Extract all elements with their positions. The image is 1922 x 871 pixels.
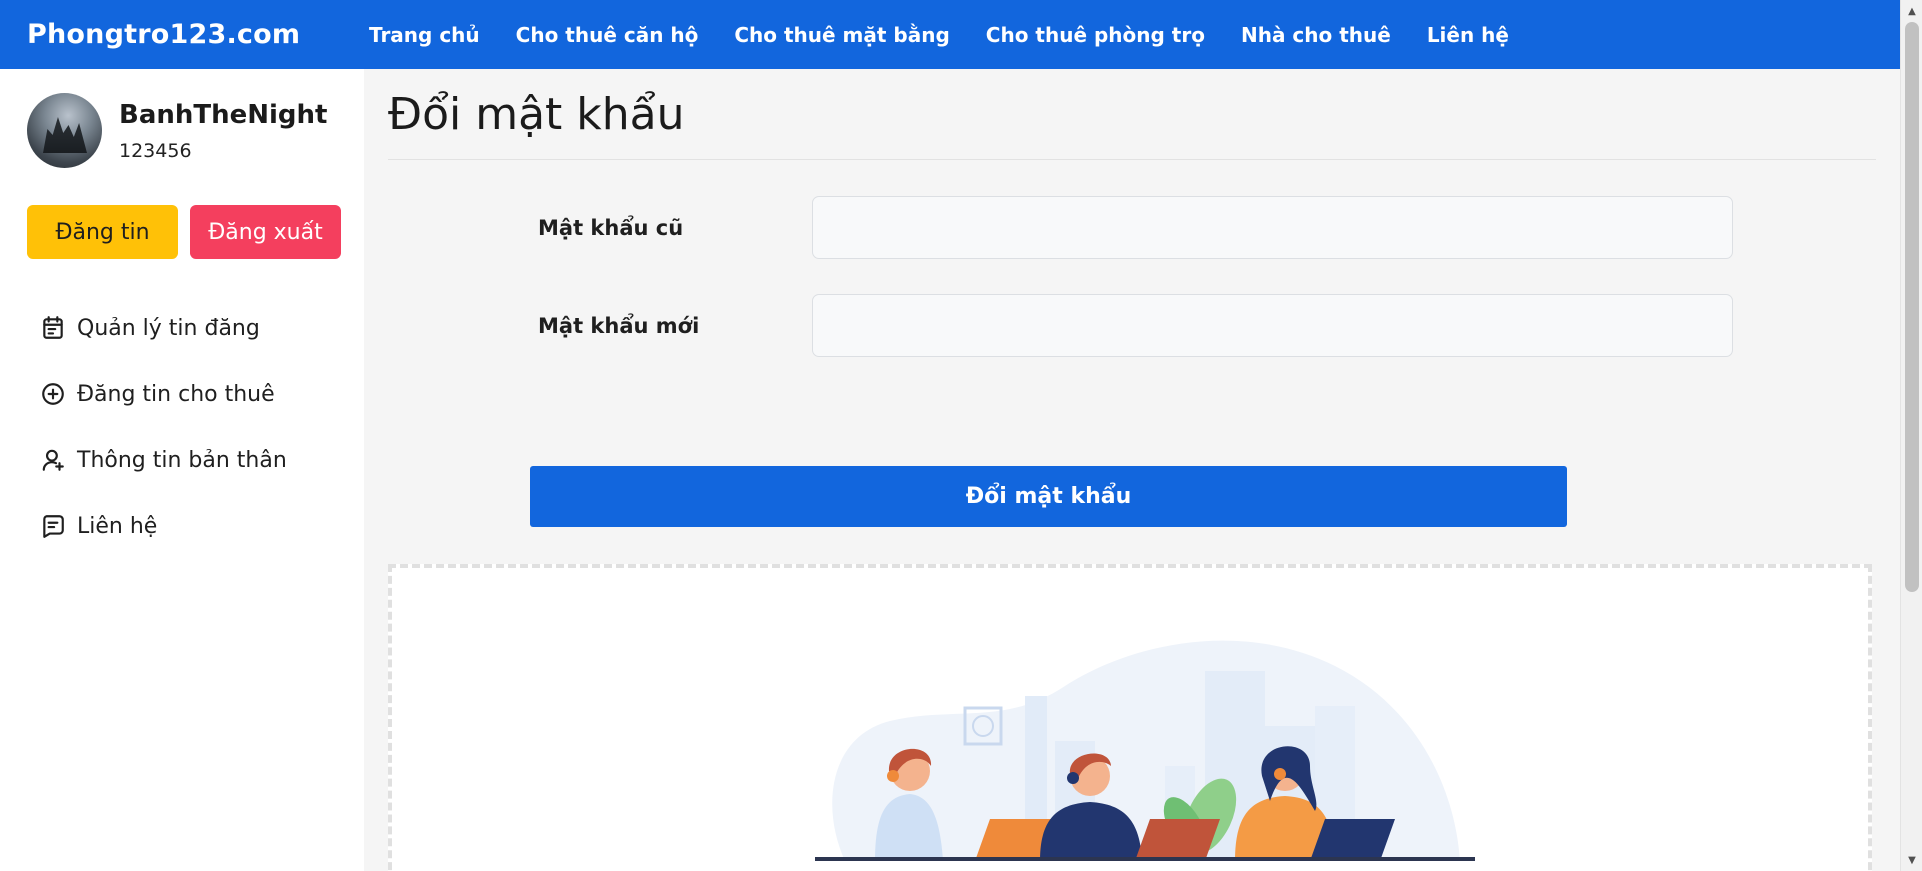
divider xyxy=(388,159,1876,160)
contact-support-box xyxy=(388,564,1872,871)
sidebar-item-manage-listings[interactable]: Quản lý tin đăng xyxy=(40,295,287,361)
sidebar-item-label: Đăng tin cho thuê xyxy=(77,381,275,407)
nav-link-house[interactable]: Nhà cho thuê xyxy=(1241,23,1391,47)
sidebar-item-label: Liên hệ xyxy=(77,513,158,539)
top-navbar: Phongtro123.com Trang chủ Cho thuê căn h… xyxy=(0,0,1900,69)
avatar xyxy=(27,93,102,168)
nav-link-home[interactable]: Trang chủ xyxy=(369,23,480,47)
new-password-input[interactable] xyxy=(812,294,1733,357)
profile-phone: 123456 xyxy=(119,139,192,162)
brand-logo[interactable]: Phongtro123.com xyxy=(0,19,369,50)
profile-name: BanhTheNight xyxy=(119,99,328,130)
support-team-illustration xyxy=(815,640,1475,861)
page-title: Đổi mật khẩu xyxy=(388,89,685,140)
change-password-button[interactable]: Đổi mật khẩu xyxy=(530,466,1567,527)
old-password-input[interactable] xyxy=(812,196,1733,259)
scrollbar-thumb[interactable] xyxy=(1905,22,1919,592)
old-password-row: Mật khẩu cũ xyxy=(538,196,1733,259)
post-listing-button[interactable]: Đăng tin xyxy=(27,205,178,259)
new-password-row: Mật khẩu mới xyxy=(538,294,1733,357)
message-icon xyxy=(43,515,64,538)
sidebar-item-label: Quản lý tin đăng xyxy=(77,315,260,341)
sidebar-item-profile-info[interactable]: Thông tin bản thân xyxy=(40,427,287,493)
sidebar-item-post-rental[interactable]: Đăng tin cho thuê xyxy=(40,361,287,427)
nav-link-contact[interactable]: Liên hệ xyxy=(1427,23,1509,47)
main-nav: Trang chủ Cho thuê căn hộ Cho thuê mặt b… xyxy=(369,23,1545,47)
scroll-up-icon[interactable]: ▲ xyxy=(1901,2,1922,20)
nav-link-premises[interactable]: Cho thuê mặt bằng xyxy=(734,23,949,47)
sidebar-item-contact[interactable]: Liên hệ xyxy=(40,493,287,559)
vertical-scrollbar[interactable]: ▲ ▼ xyxy=(1900,0,1922,871)
nav-link-room[interactable]: Cho thuê phòng trọ xyxy=(986,23,1205,47)
calendar-icon xyxy=(43,316,63,339)
scroll-down-icon[interactable]: ▼ xyxy=(1901,851,1922,869)
user-profile: BanhTheNight 123456 xyxy=(27,93,327,168)
user-plus-icon xyxy=(42,449,64,471)
old-password-label: Mật khẩu cũ xyxy=(538,215,684,240)
sidebar: BanhTheNight 123456 Đăng tin Đăng xuất Q… xyxy=(0,69,364,871)
plus-circle-icon xyxy=(42,383,64,405)
main-content: Đổi mật khẩu Mật khẩu cũ Mật khẩu mới Đổ… xyxy=(364,69,1900,871)
logout-button[interactable]: Đăng xuất xyxy=(190,205,341,259)
sidebar-item-label: Thông tin bản thân xyxy=(77,447,287,473)
sidebar-menu: Quản lý tin đăng Đăng tin cho thuê Thông… xyxy=(40,295,287,559)
nav-link-apartment[interactable]: Cho thuê căn hộ xyxy=(516,23,699,47)
new-password-label: Mật khẩu mới xyxy=(538,313,700,338)
